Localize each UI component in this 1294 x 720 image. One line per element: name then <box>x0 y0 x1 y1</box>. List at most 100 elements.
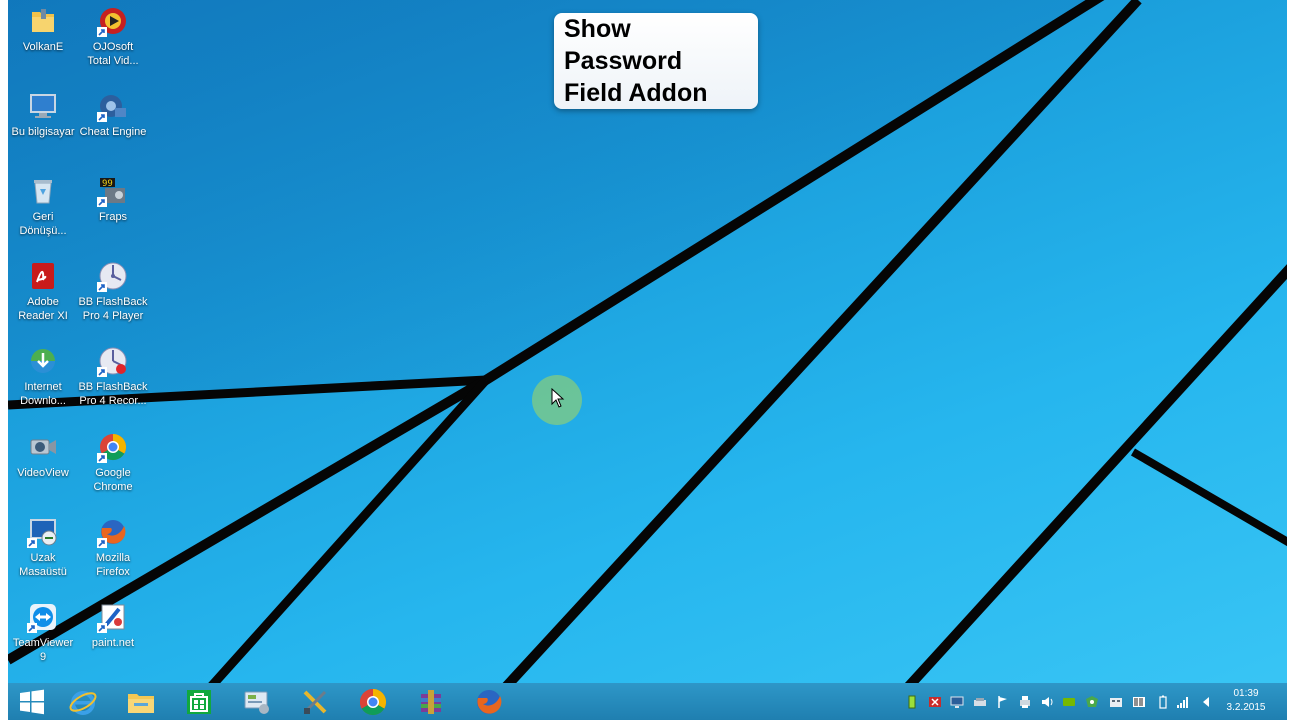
tools-icon <box>303 690 327 714</box>
start-button[interactable] <box>16 686 48 718</box>
chrome-icon <box>359 688 387 716</box>
flashback-recorder-icon <box>97 345 129 377</box>
store-icon <box>187 690 211 714</box>
archive-icon <box>421 690 441 714</box>
title-overlay: Show Password Field Addon <box>554 13 758 109</box>
desktop-icon-label: Total Vid... <box>87 55 139 67</box>
taskbar-file-explorer[interactable] <box>125 686 157 718</box>
computer-icon <box>27 90 59 122</box>
folder-icon <box>128 694 154 713</box>
keyboard-icon[interactable] <box>1109 695 1123 709</box>
battery-icon[interactable] <box>1156 695 1170 709</box>
desktop-icon-label: paint.net <box>91 637 135 649</box>
fraps-icon: 99 <box>97 175 129 207</box>
desktop-icon-label: Internet <box>24 381 62 393</box>
flag-icon[interactable] <box>996 695 1010 709</box>
desktop-icon-bb-flashback-player[interactable]: BB FlashBack Pro 4 Player <box>78 260 148 323</box>
desktop-icon-recycle-bin[interactable]: Geri Dönüşü... <box>8 175 78 238</box>
desktop-icon-volkane-folder[interactable]: VolkanE <box>8 5 78 54</box>
monitor-icon[interactable] <box>950 695 964 709</box>
taskbar-tools[interactable] <box>299 686 331 718</box>
chrome-icon <box>97 431 129 463</box>
desktop-icon-remote-desktop[interactable]: Uzak Masaüstü <box>8 516 78 579</box>
volume-icon[interactable] <box>1040 695 1054 709</box>
desktop-icon-label: Dönüşü... <box>19 225 67 237</box>
security-icon[interactable] <box>1085 695 1099 709</box>
desktop-icon-google-chrome[interactable]: Google Chrome <box>78 431 148 494</box>
flashback-player-icon <box>97 260 129 292</box>
ie-icon <box>69 691 97 715</box>
barcode-icon[interactable] <box>1132 695 1146 709</box>
desktop-icon-paint-net[interactable]: paint.net <box>78 601 148 650</box>
desktop-icon-adobe-reader[interactable]: Adobe Reader XI <box>8 260 78 323</box>
folder-icon <box>27 5 59 37</box>
windows-logo-icon <box>20 689 44 715</box>
desktop-icon-teamviewer[interactable]: TeamViewer 9 <box>8 601 78 664</box>
desktop-icon-label: Mozilla <box>95 552 131 564</box>
desktop-icon-mozilla-firefox[interactable]: Mozilla Firefox <box>78 516 148 579</box>
taskbar: 01:39 3.2.2015 <box>8 683 1287 720</box>
video-camera-icon <box>27 431 59 463</box>
desktop-icon-fraps[interactable]: 99 Fraps <box>78 175 148 224</box>
desktop-icon-label: Adobe <box>27 296 59 308</box>
teamviewer-icon <box>27 601 59 633</box>
signal-icon[interactable] <box>1176 695 1190 709</box>
network-drive-icon[interactable] <box>973 695 987 709</box>
desktop-icon-label: Masaüstü <box>19 566 67 578</box>
desktop-icon-label: BB FlashBack <box>78 296 148 308</box>
remote-desktop-icon <box>27 516 59 548</box>
close-app-icon[interactable] <box>928 695 942 709</box>
taskbar-archive[interactable] <box>415 686 447 718</box>
desktop-icon-label: Cheat Engine <box>79 126 147 138</box>
taskbar-control-panel[interactable] <box>241 686 273 718</box>
svg-text:99: 99 <box>102 179 113 189</box>
title-line: Show <box>564 15 631 43</box>
desktop-icon-ojosoft[interactable]: OJOsoft Total Vid... <box>78 5 148 68</box>
desktop-icon-internet-download-manager[interactable]: Internet Downlo... <box>8 345 78 408</box>
cheat-engine-icon <box>97 90 129 122</box>
desktop-icon-label: TeamViewer <box>12 637 74 649</box>
desktop-icon-label: Pro 4 Player <box>82 310 144 322</box>
paint-icon <box>97 601 129 633</box>
speaker-icon[interactable] <box>1199 695 1213 709</box>
recycle-bin-icon <box>27 175 59 207</box>
desktop-icon-label: Bu bilgisayar <box>11 126 75 138</box>
firefox-icon <box>97 516 129 548</box>
desktop-icon-label: VolkanE <box>22 41 64 53</box>
desktop-icon-label: OJOsoft <box>92 41 134 53</box>
desktop-icon-label: VideoView <box>17 467 69 479</box>
clock-date: 3.2.2015 <box>1226 702 1266 713</box>
video-converter-icon <box>97 5 129 37</box>
desktop-icon-this-pc[interactable]: Bu bilgisayar <box>8 90 78 139</box>
desktop-icon-label: Uzak <box>30 552 56 564</box>
taskbar-firefox[interactable] <box>473 686 505 718</box>
download-manager-icon <box>27 345 59 377</box>
pdf-icon <box>27 260 59 292</box>
desktop[interactable]: VolkanE OJOsoft Total Vid... Bu bilgisayar C… <box>8 0 1287 720</box>
desktop-icon-label: Geri <box>32 211 54 223</box>
desktop-icon-label: Reader XI <box>18 310 68 322</box>
firefox-icon <box>477 690 502 714</box>
printer-icon[interactable] <box>1018 695 1032 709</box>
taskbar-internet-explorer[interactable] <box>67 686 99 718</box>
desktop-icon-label: Google <box>95 467 131 479</box>
battery-widget-icon[interactable] <box>905 695 919 709</box>
desktop-icon-label: 9 <box>39 651 47 663</box>
desktop-icon-cheat-engine[interactable]: Cheat Engine <box>78 90 148 139</box>
desktop-icon-label: Chrome <box>93 481 133 493</box>
desktop-icon-label: Downlo... <box>20 395 66 407</box>
system-clock[interactable]: 01:39 3.2.2015 <box>1216 687 1276 715</box>
desktop-icon-label: Firefox <box>96 566 130 578</box>
mouse-cursor-icon <box>551 388 565 408</box>
desktop-icon-bb-flashback-recorder[interactable]: BB FlashBack Pro 4 Recor... <box>78 345 148 408</box>
nvidia-icon[interactable] <box>1062 695 1076 709</box>
control-panel-icon <box>244 691 269 714</box>
taskbar-store[interactable] <box>183 686 215 718</box>
title-line: Field Addon <box>564 79 708 107</box>
desktop-icon-label: Fraps <box>98 211 128 223</box>
desktop-icon-label: Pro 4 Recor... <box>79 395 147 407</box>
taskbar-google-chrome[interactable] <box>357 686 389 718</box>
desktop-icon-videoview[interactable]: VideoView <box>8 431 78 480</box>
title-line: Password <box>564 47 683 75</box>
desktop-icon-label: BB FlashBack <box>78 381 148 393</box>
